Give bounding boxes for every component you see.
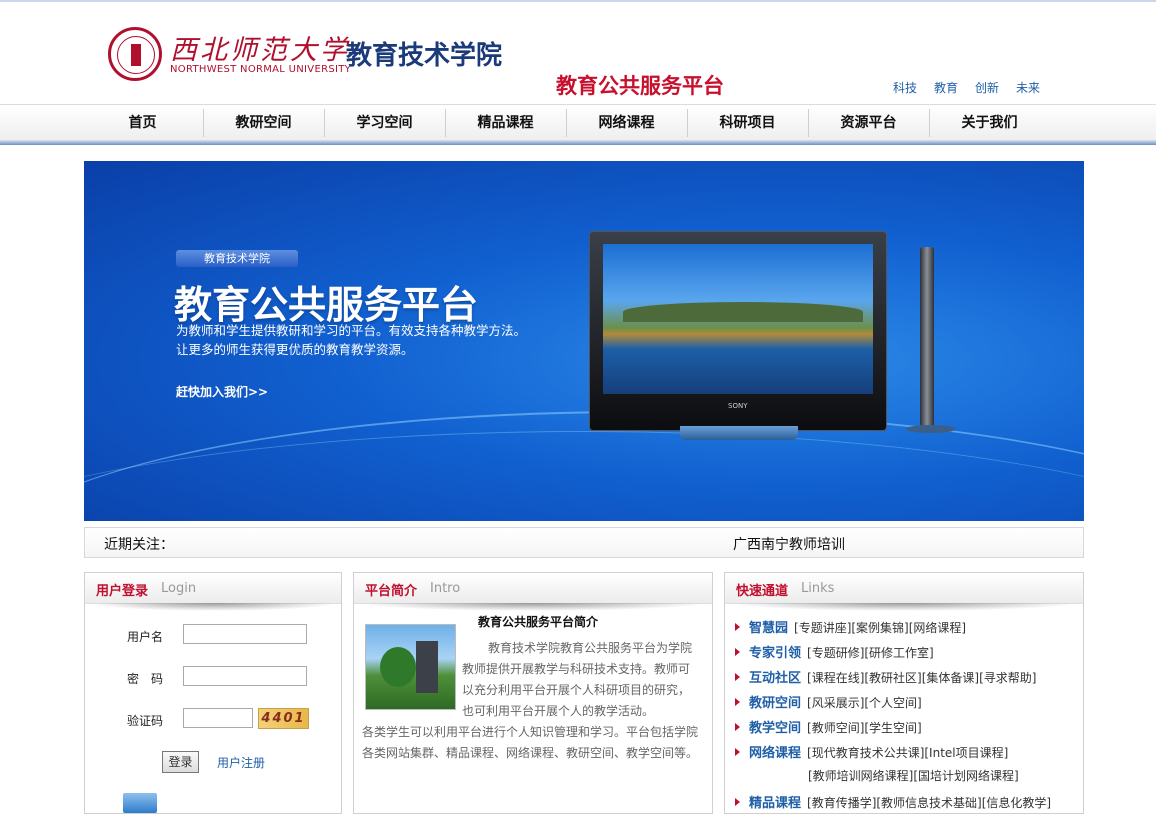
password-label: 密 码 [127, 672, 164, 686]
quick-link-items[interactable]: [教师培训网络课程][国培计划网络课程] [808, 769, 1019, 783]
quick-link-items[interactable]: [专题研修][研修工作室] [807, 646, 934, 660]
college-name: 教育技术学院 [346, 41, 503, 71]
nav-item-resource-platform[interactable]: 资源平台 [808, 105, 929, 141]
quick-link-row: 教研空间 [风采展示][个人空间] [735, 692, 922, 711]
arrow-icon [735, 648, 740, 656]
arrow-icon [735, 623, 740, 631]
quick-link-items[interactable]: [现代教育技术公共课][Intel项目课程] [807, 746, 1008, 760]
intro-paragraph: 各类学生可以利用平台进行个人知识管理和学习。平台包括学院各类网站集群、精品课程、… [362, 725, 699, 760]
captcha-image[interactable]: 4401 [258, 708, 309, 729]
panel-title-cn: 快速通道 [736, 584, 789, 599]
nav-item-about-us[interactable]: 关于我们 [929, 105, 1050, 141]
username-input[interactable] [183, 624, 307, 644]
quick-link-name[interactable]: 教学空间 [749, 721, 801, 736]
nav-bottom-bar [0, 140, 1156, 145]
quick-link-items[interactable]: [专题讲座][案例集锦][网络课程] [794, 621, 966, 635]
username-label: 用户名 [127, 630, 164, 644]
quick-link-items[interactable]: [课程在线][教研社区][集体备课][寻求帮助] [807, 671, 1036, 685]
tv-image: SONY [590, 232, 886, 430]
quick-link-row: 智慧园 [专题讲座][案例集锦][网络课程] [735, 617, 966, 636]
panel-title-cn: 平台简介 [365, 584, 418, 599]
notice-marquee-text[interactable]: 广西南宁教师培训 [733, 534, 845, 554]
arrow-icon [735, 723, 740, 731]
nav-item-quality-courses[interactable]: 精品课程 [445, 105, 566, 141]
quick-link-name[interactable]: 专家引领 [749, 646, 801, 661]
panel-title-cn: 用户登录 [96, 584, 149, 599]
banner-desc-line: 为教师和学生提供教研和学习的平台。有效支持各种教学方法。 [176, 323, 527, 338]
intro-heading: 教育公共服务平台简介 [478, 615, 599, 629]
quick-link-items[interactable]: [风采展示][个人空间] [807, 696, 922, 710]
quick-link-row: 网络课程 [现代教育技术公共课][Intel项目课程] [735, 742, 1008, 761]
nav-item-learning-space[interactable]: 学习空间 [324, 105, 445, 141]
nav-item-online-courses[interactable]: 网络课程 [566, 105, 687, 141]
tv-brand: SONY [728, 402, 748, 410]
university-name-cn: 西北师范大学 [170, 35, 350, 66]
captcha-input[interactable] [183, 708, 253, 728]
tv-side-view [920, 247, 934, 427]
university-name-en: NORTHWEST NORMAL UNIVERSITY [170, 64, 352, 75]
nav-item-research-space[interactable]: 教研空间 [203, 105, 324, 141]
building-image [365, 624, 456, 710]
banner-desc-line: 让更多的师生获得更优质的教育教学资源。 [176, 342, 414, 357]
quick-link-row: [教师培训网络课程][国培计划网络课程] [808, 767, 1019, 784]
quick-link-row: 互动社区 [课程在线][教研社区][集体备课][寻求帮助] [735, 667, 1036, 686]
password-input[interactable] [183, 666, 307, 686]
quick-link-row: 教学空间 [教师空间][学生空间] [735, 717, 922, 736]
quick-link-name[interactable]: 智慧园 [749, 621, 788, 636]
tag-link[interactable]: 教育 [934, 81, 958, 95]
register-link[interactable]: 用户注册 [217, 754, 265, 771]
quick-link-items[interactable]: [教育传播学][教师信息技术基础][信息化教学] [807, 796, 1051, 810]
tag-link[interactable]: 科技 [893, 81, 917, 95]
banner-tag: 教育技术学院 [176, 250, 298, 267]
panel-header-shadow [358, 603, 708, 611]
arrow-icon [735, 673, 740, 681]
tag-links: 科技 教育 创新 未来 [893, 79, 1057, 96]
intro-paragraph: 教育技术学院教育公共服务平台为学院教师提供开展教学与科研技术支持。教师可以充分利… [462, 641, 693, 718]
panel-header: 快速通道 Links [725, 573, 1083, 604]
hero-banner[interactable]: 教育技术学院 教育公共服务平台 为教师和学生提供教研和学习的平台。有效支持各种教… [84, 161, 1084, 521]
panel-title-en: Links [801, 581, 835, 596]
panel-header: 平台简介 Intro [354, 573, 712, 604]
arrow-icon [735, 748, 740, 756]
intro-panel: 平台简介 Intro 教育公共服务平台简介 教育技术学院教育公共服务平台为学院教… [353, 572, 713, 814]
notice-label: 近期关注： [104, 537, 174, 553]
arrow-icon [735, 798, 740, 806]
panel-header: 用户登录 Login [85, 573, 341, 604]
quick-link-name[interactable]: 精品课程 [749, 796, 801, 811]
notice-bar: 近期关注： 广西南宁教师培训 [84, 527, 1084, 558]
computer-icon [123, 793, 157, 813]
tv-screen-landscape [603, 244, 873, 394]
login-button[interactable]: 登录 [162, 751, 199, 773]
banner-description: 为教师和学生提供教研和学习的平台。有效支持各种教学方法。 让更多的师生获得更优质… [176, 321, 556, 359]
login-panel: 用户登录 Login 用户名 密 码 验证码 4401 登录 用户注册 [84, 572, 342, 814]
tag-link[interactable]: 未来 [1016, 81, 1040, 95]
quick-link-name[interactable]: 网络课程 [749, 746, 801, 761]
panel-header-shadow [89, 603, 337, 611]
quick-links-panel: 快速通道 Links 智慧园 [专题讲座][案例集锦][网络课程] 专家引领 [专题… [724, 572, 1084, 814]
panel-title-en: Intro [430, 581, 461, 596]
panel-header-shadow [729, 603, 1079, 611]
main-nav: 首页 教研空间 学习空间 精品课程 网络课程 科研项目 资源平台 关于我们 [0, 104, 1156, 141]
arrow-icon [735, 698, 740, 706]
platform-title: 教育公共服务平台 [556, 74, 724, 98]
panel-title-en: Login [161, 581, 197, 596]
quick-link-name[interactable]: 互动社区 [749, 671, 801, 686]
nav-item-home[interactable]: 首页 [82, 105, 203, 141]
tv-stand [680, 426, 798, 440]
quick-link-items[interactable]: [教师空间][学生空间] [807, 721, 922, 735]
tag-link[interactable]: 创新 [975, 81, 999, 95]
top-border [0, 0, 1156, 2]
nav-item-research-projects[interactable]: 科研项目 [687, 105, 808, 141]
join-us-link[interactable]: 赶快加入我们>> [176, 383, 268, 400]
university-emblem-icon [108, 27, 162, 81]
tv-side-stand [906, 425, 956, 433]
quick-link-name[interactable]: 教研空间 [749, 696, 801, 711]
captcha-label: 验证码 [127, 714, 164, 728]
quick-link-row: 专家引领 [专题研修][研修工作室] [735, 642, 934, 661]
